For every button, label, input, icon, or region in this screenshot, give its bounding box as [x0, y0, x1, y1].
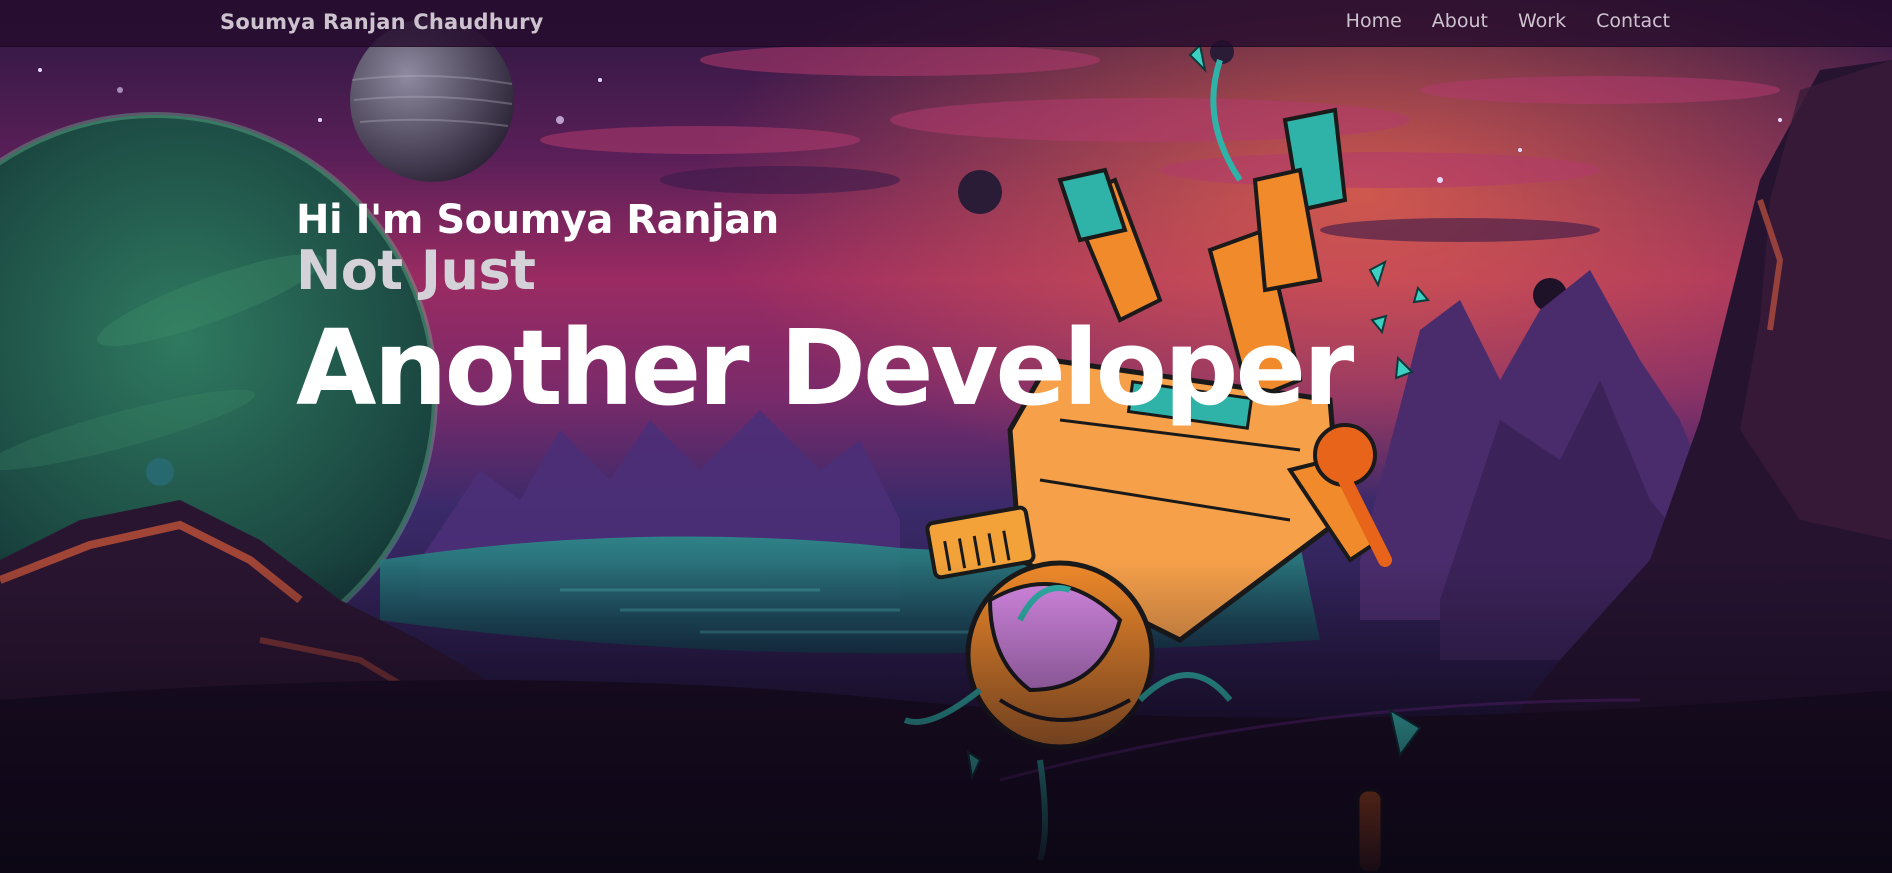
hero-greeting: Hi I'm Soumya Ranjan	[296, 197, 779, 243]
hero-title: Another Developer	[296, 307, 1354, 429]
nav-links: Home About Work Contact	[1346, 10, 1670, 32]
hero-subtitle: Not Just	[296, 239, 536, 302]
hero-page: Soumya Ranjan Chaudhury Home About Work …	[0, 0, 1892, 873]
hero-section: Hi I'm Soumya Ranjan Not Just Another De…	[296, 196, 1354, 429]
nav-link-home[interactable]: Home	[1346, 10, 1402, 32]
hero-background-illustration	[0, 0, 1892, 873]
nav-link-about[interactable]: About	[1432, 10, 1488, 32]
nav-link-work[interactable]: Work	[1518, 10, 1566, 32]
nav-link-contact[interactable]: Contact	[1596, 10, 1670, 32]
brand-logo-link[interactable]: Soumya Ranjan Chaudhury	[220, 10, 544, 34]
top-navbar: Soumya Ranjan Chaudhury Home About Work …	[0, 0, 1892, 47]
